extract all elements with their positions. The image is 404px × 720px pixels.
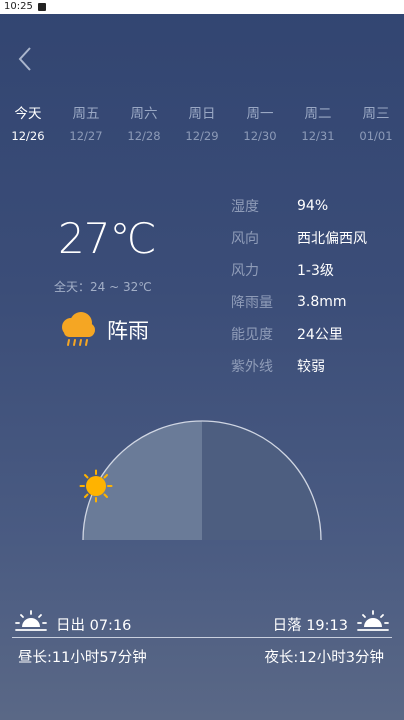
tab-sun[interactable]: 周日 12/29 <box>174 104 230 143</box>
sunset-icon <box>356 610 390 638</box>
sunrise-time: 日出 07:16 <box>56 618 132 634</box>
notification-icon <box>37 3 46 11</box>
detail-value: 1-3级 <box>297 263 334 279</box>
detail-row-visibility: 能见度 24公里 <box>231 318 367 350</box>
tab-day-label: 周六 <box>130 106 158 122</box>
status-bar: 10:25 <box>0 0 404 14</box>
night-length: 夜长:12小时3分钟 <box>264 650 384 666</box>
detail-value: 24公里 <box>297 327 343 343</box>
tab-tue[interactable]: 周二 12/31 <box>290 104 346 143</box>
tab-date-label: 01/01 <box>359 129 393 143</box>
day-tabs: 今天 12/26 周五 12/27 周六 12/28 周日 12/29 周一 1… <box>0 104 404 148</box>
detail-row-wind-direction: 风向 西北偏西风 <box>231 222 367 254</box>
temperature-range: 全天：24 ~ 32℃ <box>54 280 152 294</box>
detail-label: 风向 <box>231 231 259 247</box>
detail-value: 94% <box>297 198 329 214</box>
sunset-time: 日落 19:13 <box>272 618 348 634</box>
tab-today[interactable]: 今天 12/26 <box>0 104 56 143</box>
horizon-divider <box>12 637 392 638</box>
tab-sat[interactable]: 周六 12/28 <box>116 104 172 143</box>
detail-label: 紫外线 <box>231 359 273 375</box>
detail-value: 较弱 <box>297 359 325 375</box>
detail-row-rainfall: 降雨量 3.8mm <box>231 286 367 318</box>
day-length: 昼长:11小时57分钟 <box>18 650 147 666</box>
tab-date-label: 12/29 <box>185 129 219 143</box>
tab-date-label: 12/28 <box>127 129 161 143</box>
detail-value: 3.8mm <box>297 294 347 310</box>
sun-path-dome <box>82 419 322 547</box>
current-temperature: 27℃ <box>58 214 157 263</box>
detail-label: 降雨量 <box>231 295 273 311</box>
detail-label: 能见度 <box>231 327 273 343</box>
detail-label: 风力 <box>231 263 259 279</box>
sunrise-icon <box>14 610 48 638</box>
dome-night-half <box>202 421 321 540</box>
tab-mon[interactable]: 周一 12/30 <box>232 104 288 143</box>
tab-date-label: 12/31 <box>301 129 335 143</box>
detail-label: 湿度 <box>231 199 259 215</box>
tab-date-label: 12/27 <box>69 129 103 143</box>
detail-row-uv: 紫外线 较弱 <box>231 350 367 382</box>
status-time: 10:25 <box>4 1 33 12</box>
tab-day-label: 今天 <box>14 106 42 122</box>
detail-row-humidity: 湿度 94% <box>231 190 367 222</box>
weather-condition: 阵雨 <box>107 319 149 343</box>
tab-fri[interactable]: 周五 12/27 <box>58 104 114 143</box>
weather-details: 湿度 94% 风向 西北偏西风 风力 1-3级 降雨量 3.8mm 能见度 24… <box>231 190 367 382</box>
tab-day-label: 周一 <box>246 106 274 122</box>
tab-wed[interactable]: 周三 01/01 <box>348 104 404 143</box>
tab-date-label: 12/26 <box>11 129 45 143</box>
tab-day-label: 周三 <box>362 106 390 122</box>
rain-cloud-icon <box>57 309 97 353</box>
chevron-left-icon <box>18 47 31 71</box>
tab-day-label: 周二 <box>304 106 332 122</box>
detail-row-wind-force: 风力 1-3级 <box>231 254 367 286</box>
tab-day-label: 周五 <box>72 106 100 122</box>
detail-value: 西北偏西风 <box>297 231 367 247</box>
sun-icon <box>79 469 113 507</box>
back-button[interactable] <box>12 44 40 74</box>
tab-day-label: 周日 <box>188 106 216 122</box>
tab-date-label: 12/30 <box>243 129 277 143</box>
